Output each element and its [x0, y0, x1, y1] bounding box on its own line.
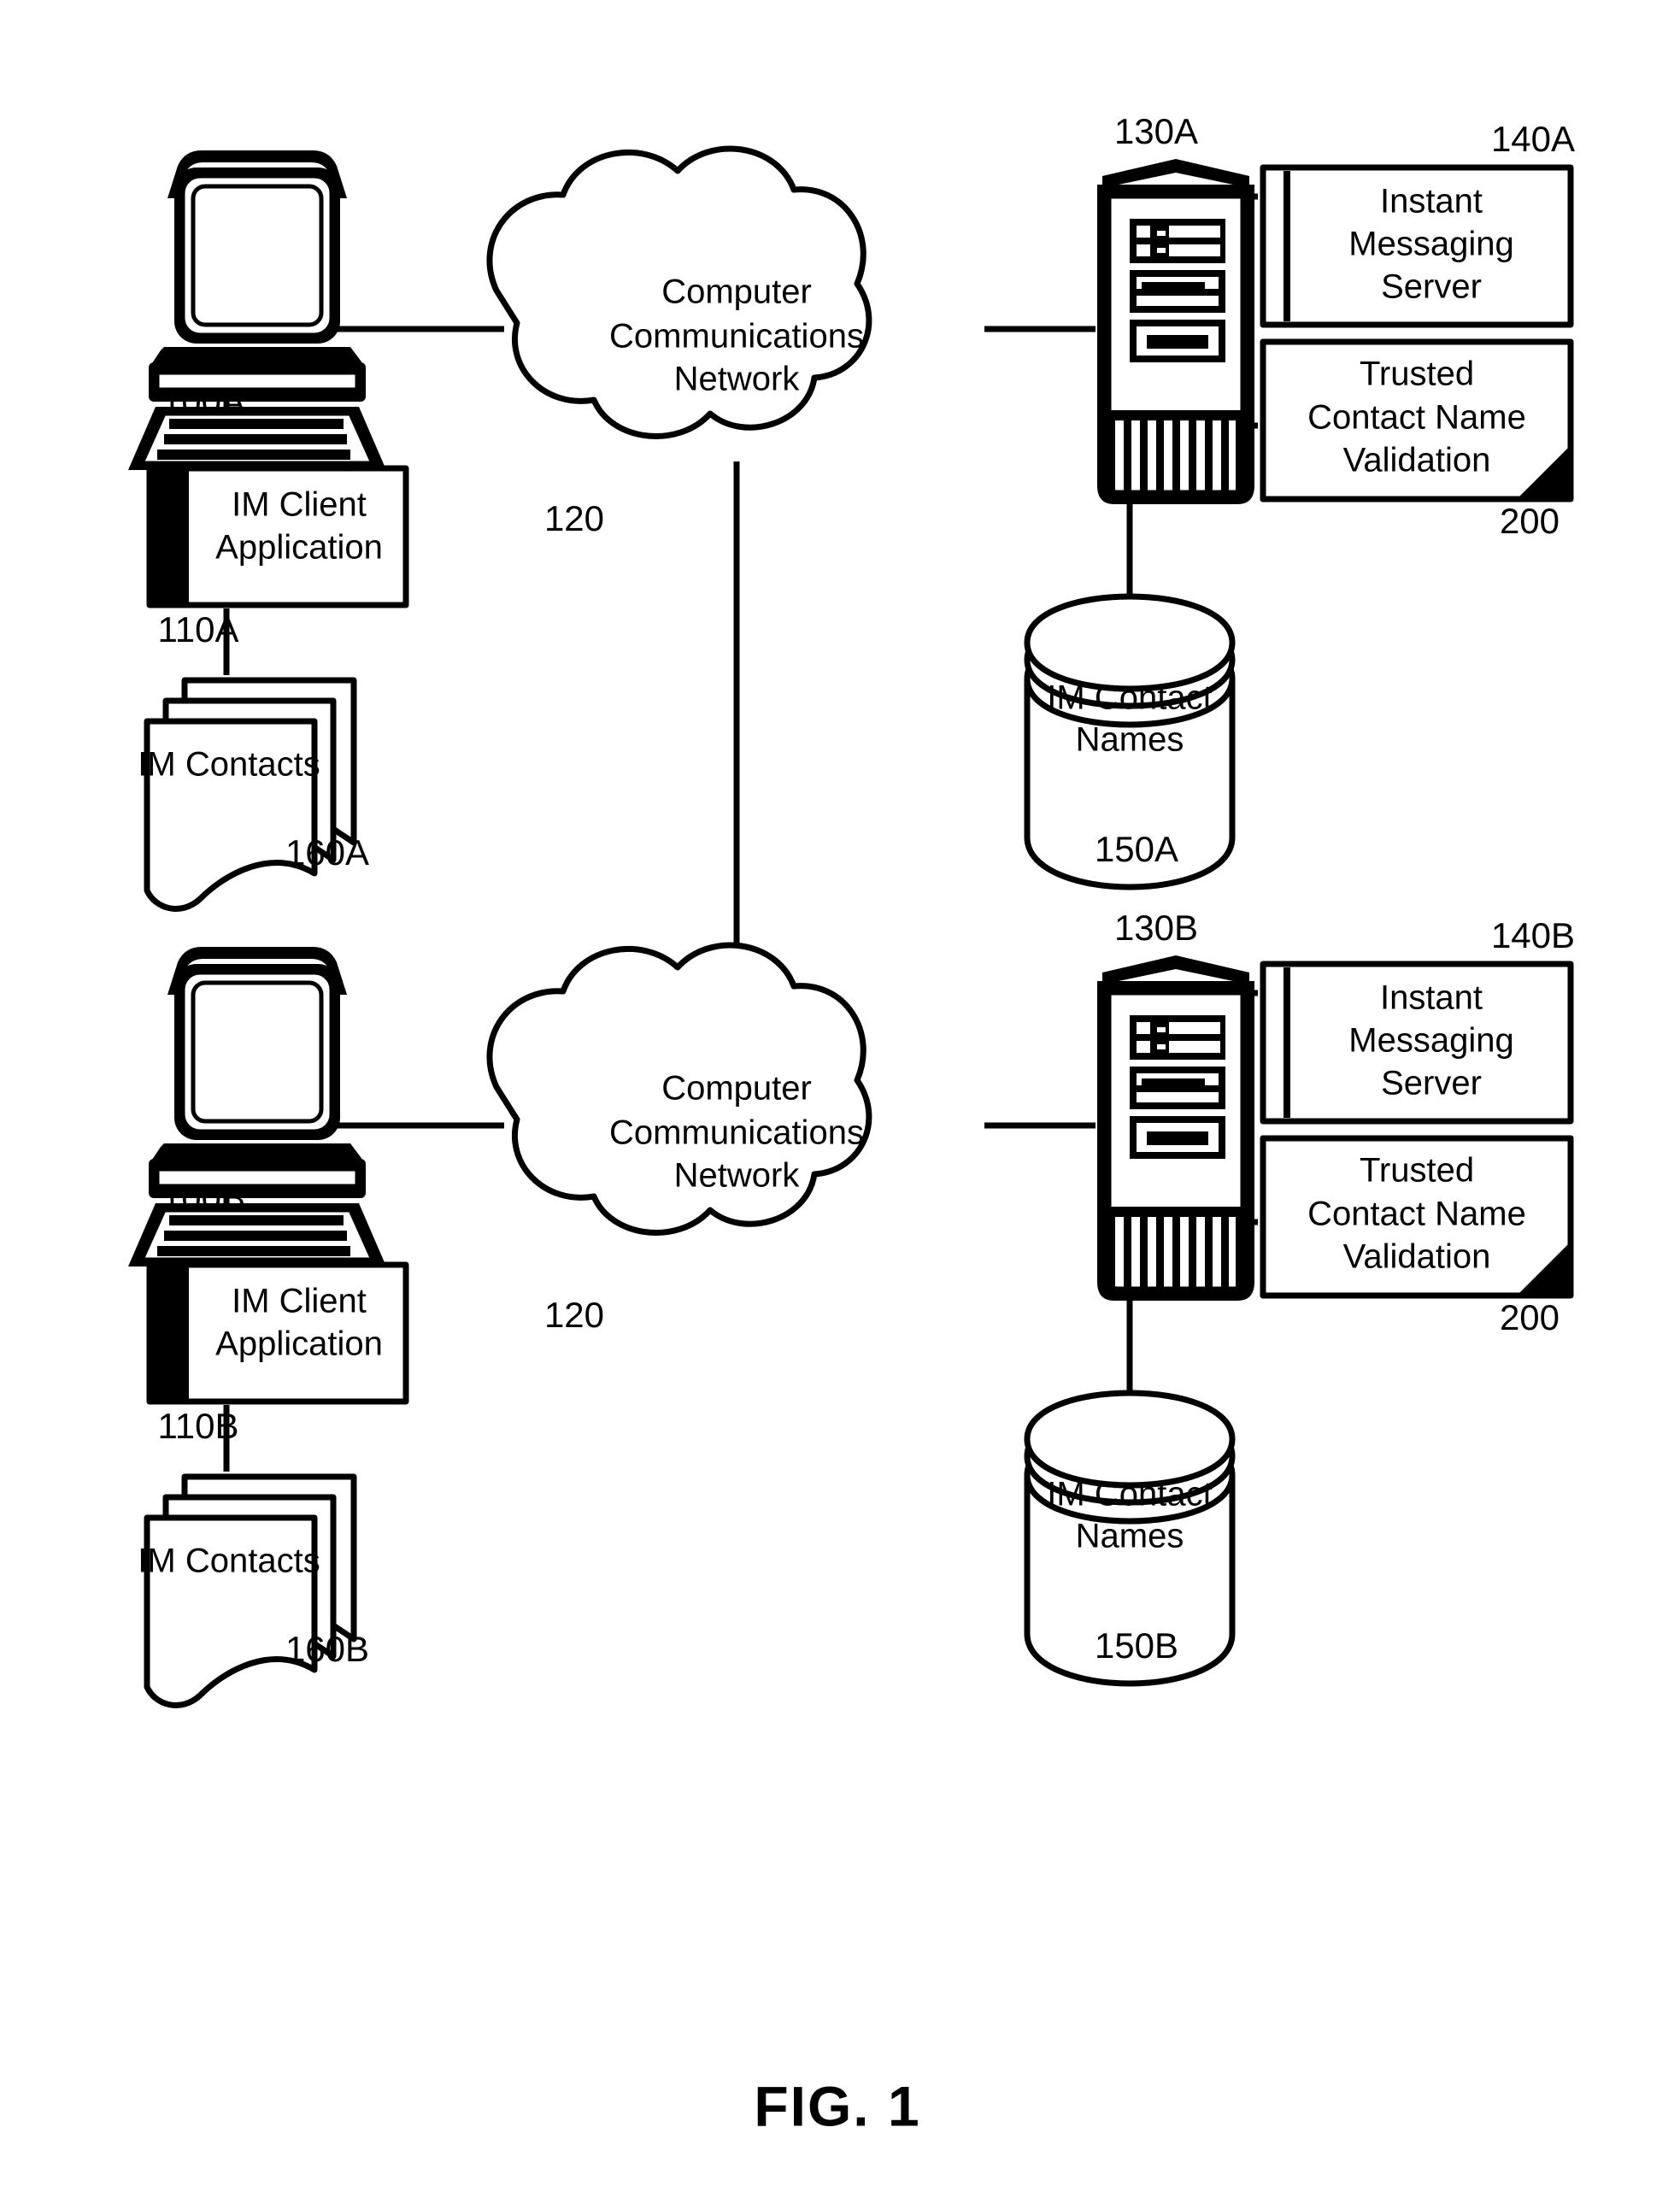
validation-label-line1-lower: Trusted	[1360, 1152, 1474, 1190]
db-label-line1-upper: IM Contact	[1047, 679, 1212, 717]
im-contacts-label-lower: IM Contacts	[138, 1543, 320, 1580]
figure-canvas: 100A IM Client Application 110A IM Conta…	[0, 111, 1575, 2137]
ref-100B: 100B	[162, 1178, 245, 1218]
im-server-label-line1-upper: Instant	[1380, 183, 1483, 220]
im-contacts-stack-lower[interactable]	[147, 1477, 354, 1705]
ref-150A: 150A	[1095, 829, 1178, 869]
validation-label-line1-upper: Trusted	[1360, 356, 1474, 393]
network-label-line2-lower: Communications	[609, 1114, 864, 1152]
client-workstation-upper[interactable]	[128, 150, 386, 470]
ref-160B: 160B	[285, 1629, 369, 1669]
im-contacts-label-upper: IM Contacts	[138, 746, 320, 784]
ref-120-upper: 120	[544, 498, 604, 538]
db-label-line2-lower: Names	[1076, 1518, 1184, 1555]
im-server-label-line2-upper: Messaging	[1348, 226, 1513, 263]
ref-150B: 150B	[1095, 1625, 1178, 1666]
patent-figure-page: 100A IM Client Application 110A IM Conta…	[0, 0, 1680, 2192]
ref-140B: 140B	[1491, 915, 1575, 955]
group-upper: 100A IM Client Application 110A IM Conta…	[128, 111, 1575, 908]
ref-100A: 100A	[162, 381, 245, 421]
validation-label-line2-lower: Contact Name	[1307, 1196, 1526, 1233]
im-client-app-label-line2-upper: Application	[215, 529, 383, 567]
ref-120-lower: 120	[544, 1295, 604, 1335]
im-server-label-line2-lower: Messaging	[1348, 1022, 1513, 1060]
db-label-line2-upper: Names	[1076, 721, 1184, 759]
im-server-label-line3-lower: Server	[1381, 1065, 1482, 1102]
validation-label-line2-upper: Contact Name	[1307, 399, 1526, 437]
im-server-label-line3-upper: Server	[1381, 268, 1482, 306]
server-tower-upper[interactable]	[1097, 159, 1254, 504]
group-lower: 100B IM Client Application 110B IM Conta…	[128, 908, 1575, 1705]
ref-140A: 140A	[1491, 119, 1575, 159]
network-label-line1-upper: Computer	[661, 273, 812, 311]
validation-label-line3-upper: Validation	[1343, 442, 1491, 479]
client-workstation-lower[interactable]	[128, 947, 386, 1266]
ref-130A: 130A	[1114, 111, 1198, 151]
network-label-line2-upper: Communications	[609, 318, 864, 356]
im-server-label-line1-lower: Instant	[1380, 979, 1483, 1017]
ref-110B: 110B	[158, 1406, 239, 1446]
server-tower-lower[interactable]	[1097, 955, 1254, 1301]
im-client-app-label-line1-lower: IM Client	[232, 1283, 367, 1320]
ref-130B: 130B	[1114, 908, 1198, 948]
ref-160A: 160A	[285, 832, 369, 873]
db-label-line1-lower: IM Contact	[1047, 1476, 1212, 1513]
im-client-app-label-line2-lower: Application	[215, 1325, 383, 1363]
ref-110A: 110A	[158, 609, 239, 649]
figure-caption: FIG. 1	[754, 2074, 920, 2137]
network-label-line3-upper: Network	[674, 361, 801, 398]
im-client-app-label-line1-upper: IM Client	[232, 486, 367, 524]
im-contacts-stack-upper[interactable]	[147, 680, 354, 908]
validation-label-line3-lower: Validation	[1343, 1238, 1491, 1276]
network-label-line3-lower: Network	[674, 1157, 801, 1195]
ref-200-lower: 200	[1500, 1297, 1560, 1337]
network-label-line1-lower: Computer	[661, 1070, 812, 1108]
ref-200-upper: 200	[1500, 501, 1560, 541]
